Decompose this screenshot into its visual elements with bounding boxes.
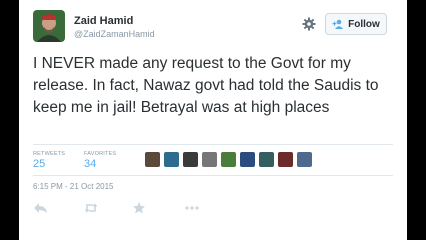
favoriter-avatar[interactable] (240, 152, 255, 167)
favoriter-avatars (145, 152, 312, 167)
more-icon[interactable] (184, 201, 200, 215)
tweet-timestamp[interactable]: 6:15 PM - 21 Oct 2015 (33, 182, 114, 191)
author-handle[interactable]: @ZaidZamanHamid (74, 29, 155, 39)
tweet-card: Zaid Hamid @ZaidZamanHamid Follow I NEVE… (19, 0, 407, 240)
favoriter-avatar[interactable] (297, 152, 312, 167)
divider (33, 144, 393, 145)
retweet-icon[interactable] (83, 201, 99, 215)
favoriter-avatar[interactable] (278, 152, 293, 167)
favoriter-avatar[interactable] (202, 152, 217, 167)
favoriter-avatar[interactable] (183, 152, 198, 167)
person-add-icon (332, 19, 344, 29)
favoriter-avatar[interactable] (259, 152, 274, 167)
favorite-icon[interactable] (131, 201, 147, 215)
follow-button[interactable]: Follow (325, 13, 387, 35)
favoriter-avatar[interactable] (145, 152, 160, 167)
avatar[interactable] (33, 10, 65, 42)
retweets-count[interactable]: 25 (33, 158, 45, 170)
tweet-text: I NEVER made any request to the Govt for… (33, 55, 379, 116)
reply-icon[interactable] (33, 201, 49, 215)
favorites-count[interactable]: 34 (84, 158, 96, 170)
divider (33, 175, 393, 176)
favoriter-avatar[interactable] (221, 152, 236, 167)
gear-icon[interactable] (301, 16, 317, 32)
favoriter-avatar[interactable] (164, 152, 179, 167)
favorites-label: FAVORITES (84, 151, 117, 157)
author-name[interactable]: Zaid Hamid (74, 15, 133, 27)
follow-label: Follow (348, 18, 380, 30)
retweets-label: RETWEETS (33, 151, 66, 157)
